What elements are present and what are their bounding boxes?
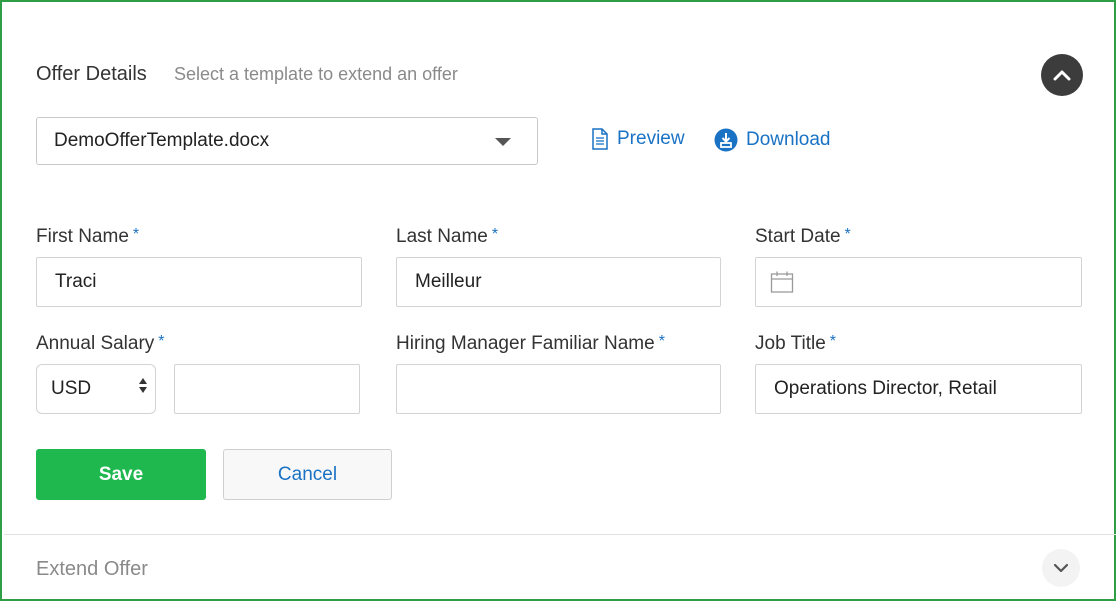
hiring-manager-field[interactable] (396, 364, 721, 414)
download-link[interactable]: Download (714, 128, 831, 152)
chevron-up-icon (1053, 70, 1071, 81)
annual-salary-label-text: Annual Salary (36, 333, 155, 354)
download-label: Download (746, 129, 831, 150)
first-name-field[interactable]: Traci (36, 257, 362, 307)
job-title-value: Operations Director, Retail (774, 378, 997, 399)
last-name-field[interactable]: Meilleur (396, 257, 721, 307)
section-divider (4, 534, 1116, 535)
template-select-value: DemoOfferTemplate.docx (54, 130, 270, 151)
chevron-down-icon (1053, 563, 1069, 573)
required-mark: * (132, 226, 140, 243)
offer-panel: Offer Details Select a template to exten… (0, 0, 1116, 601)
caret-down-icon (495, 138, 511, 146)
currency-select[interactable]: USD (36, 364, 156, 414)
save-button[interactable]: Save (36, 449, 206, 500)
last-name-label-text: Last Name (396, 226, 488, 247)
annual-salary-label: Annual Salary * (36, 333, 165, 355)
document-icon (592, 128, 608, 150)
cancel-button[interactable]: Cancel (223, 449, 392, 500)
offer-details-title: Offer Details (36, 63, 147, 85)
job-title-field[interactable]: Operations Director, Retail (755, 364, 1082, 414)
required-mark: * (158, 333, 165, 350)
updown-arrows-icon (139, 378, 147, 393)
hiring-manager-label-text: Hiring Manager Familiar Name (396, 333, 655, 354)
currency-value: USD (51, 378, 92, 399)
download-icon (714, 128, 738, 152)
calendar-icon (770, 271, 794, 293)
job-title-label: Job Title * (755, 333, 836, 355)
first-name-value: Traci (55, 271, 97, 292)
last-name-label: Last Name * (396, 226, 498, 248)
job-title-label-text: Job Title (755, 333, 826, 354)
required-mark: * (844, 226, 851, 243)
start-date-label: Start Date * (755, 226, 851, 248)
preview-link[interactable]: Preview (591, 128, 685, 150)
expand-button[interactable] (1042, 549, 1080, 587)
preview-label: Preview (617, 128, 685, 149)
first-name-label: First Name * (36, 226, 139, 248)
required-mark: * (658, 333, 665, 350)
template-select[interactable]: DemoOfferTemplate.docx (36, 117, 538, 165)
start-date-field[interactable] (755, 257, 1082, 307)
required-mark: * (491, 226, 499, 243)
last-name-value: Meilleur (415, 271, 482, 292)
extend-offer-title: Extend Offer (36, 558, 148, 580)
required-mark: * (829, 333, 836, 350)
offer-details-subtitle: Select a template to extend an offer (174, 64, 458, 84)
start-date-label-text: Start Date (755, 226, 841, 247)
collapse-button[interactable] (1041, 54, 1083, 96)
annual-salary-field[interactable] (174, 364, 360, 414)
first-name-label-text: First Name (36, 226, 129, 247)
hiring-manager-label: Hiring Manager Familiar Name * (396, 333, 665, 355)
